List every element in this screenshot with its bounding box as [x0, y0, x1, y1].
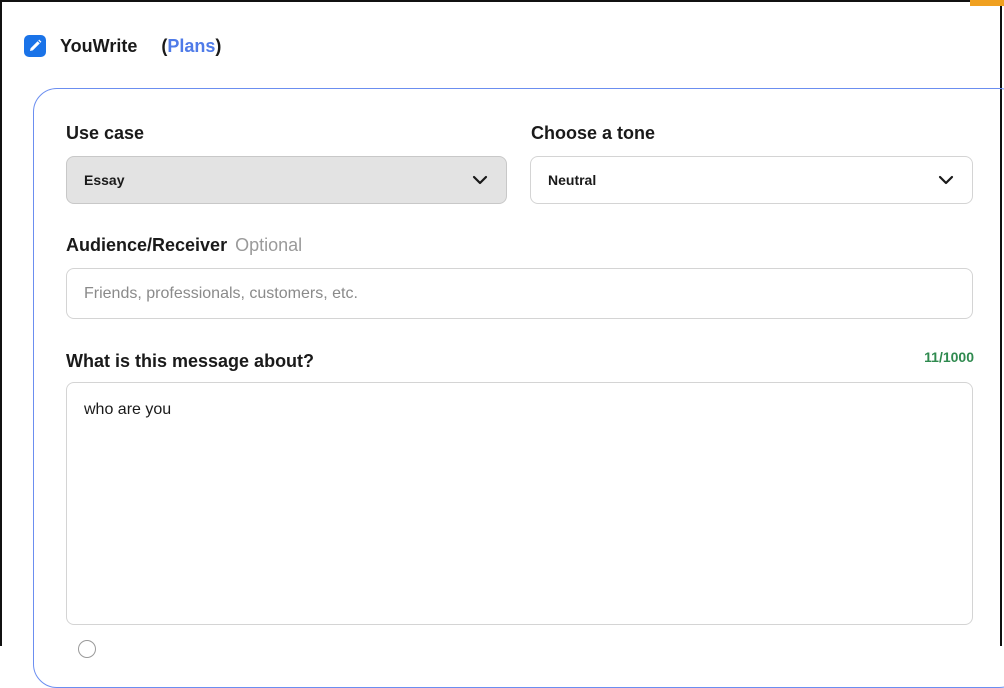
use-case-label: Use case — [66, 123, 145, 143]
audience-label-row: Audience/Receiver Optional — [66, 235, 302, 256]
chevron-down-icon — [938, 175, 954, 185]
tone-select[interactable]: Neutral — [530, 156, 973, 204]
plans-close-paren: ) — [215, 35, 222, 56]
optional-hint: Optional — [235, 235, 303, 255]
audience-input[interactable] — [66, 268, 973, 319]
character-counter: 11/1000 — [924, 349, 974, 365]
checkbox-circle[interactable] — [78, 640, 96, 658]
plans-wrapper: (Plans) — [161, 36, 221, 57]
use-case-select[interactable]: Essay — [66, 156, 507, 204]
audience-label: Audience/Receiver — [66, 235, 228, 255]
app-header: YouWrite (Plans) — [24, 34, 221, 58]
message-label: What is this message about? — [66, 351, 315, 371]
chevron-down-icon — [472, 175, 488, 185]
message-textarea[interactable]: who are you — [66, 382, 973, 625]
tone-label: Choose a tone — [531, 123, 656, 143]
app-title: YouWrite — [60, 35, 138, 56]
plans-link[interactable]: Plans — [167, 36, 215, 56]
corner-accent — [970, 0, 1004, 6]
pencil-edit-icon — [24, 35, 46, 57]
use-case-value: Essay — [84, 172, 125, 188]
tone-value: Neutral — [548, 172, 597, 188]
